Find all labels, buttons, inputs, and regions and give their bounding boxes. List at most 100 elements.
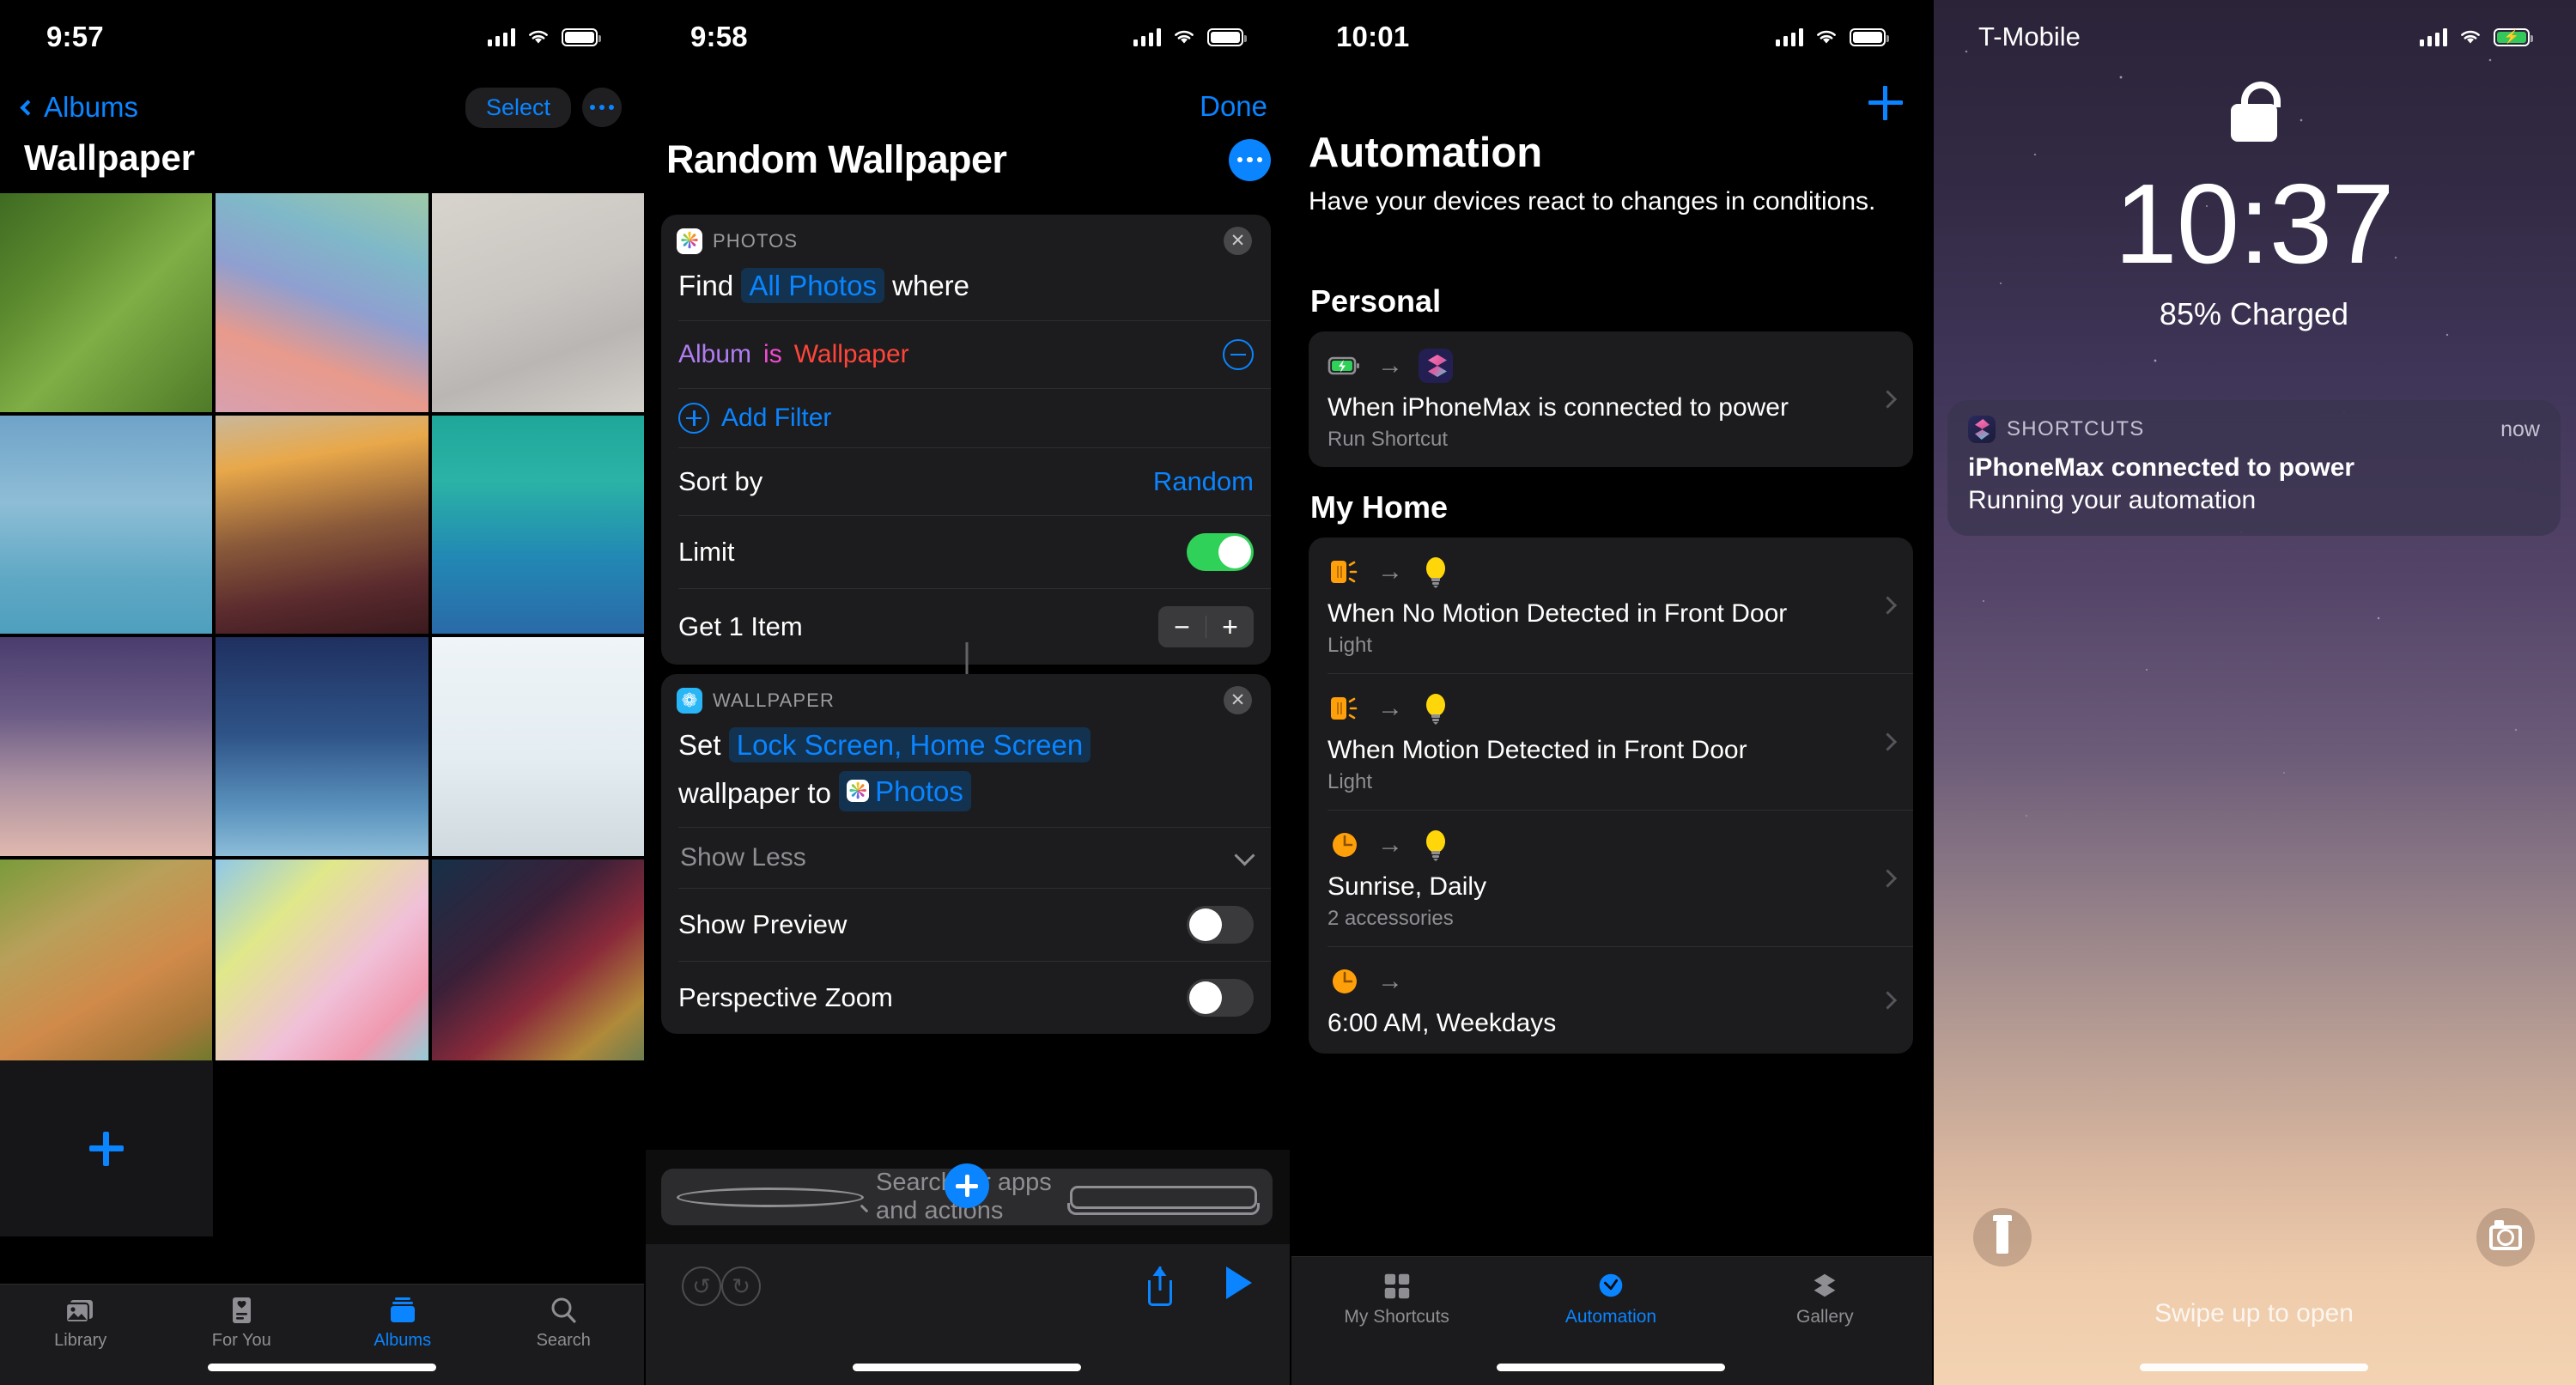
shortcuts-app-icon — [1419, 349, 1453, 383]
play-icon[interactable] — [1226, 1267, 1252, 1299]
sort-by-value[interactable]: Random — [1153, 466, 1254, 497]
photo-grid — [0, 193, 644, 1078]
arrow-right-icon: → — [1377, 351, 1403, 380]
microphone-icon[interactable] — [1067, 1185, 1260, 1215]
minus-circle-icon[interactable] — [1223, 338, 1254, 370]
tab-label: Albums — [374, 1331, 432, 1350]
status-bar: 9:57 — [0, 0, 644, 74]
perspective-zoom-label: Perspective Zoom — [678, 982, 893, 1013]
automation-icons: → — [1327, 555, 1893, 589]
photo-thumbnail[interactable] — [216, 860, 428, 1078]
camera-icon — [2489, 1219, 2522, 1250]
perspective-zoom-toggle[interactable] — [1187, 979, 1254, 1017]
ellipsis-icon[interactable] — [582, 88, 622, 127]
filter-value: Wallpaper — [793, 339, 909, 368]
ellipsis-icon[interactable] — [1229, 138, 1271, 181]
screens-token[interactable]: Lock Screen, Home Screen — [728, 727, 1091, 762]
photos-variable-token[interactable]: Photos — [839, 770, 971, 812]
automation-icons: → — [1327, 349, 1893, 383]
tab-albums[interactable]: Albums — [322, 1296, 483, 1351]
plus-circle-icon — [678, 402, 709, 434]
tab-gallery[interactable]: Gallery — [1718, 1271, 1932, 1327]
automation-list-item[interactable]: → When iPhoneMax is connected to power Run… — [1309, 331, 1913, 467]
tab-for-you[interactable]: For You — [161, 1296, 323, 1351]
automation-icons: → — [1327, 828, 1893, 862]
stepper-plus-button[interactable]: + — [1206, 613, 1254, 641]
automation-list-item[interactable]: → When Motion Detected in Front Door Light — [1309, 674, 1913, 810]
undo-icon[interactable]: ↺ — [682, 1267, 721, 1306]
photo-thumbnail[interactable] — [431, 415, 644, 635]
status-bar: 10:01 — [1290, 0, 1932, 74]
battery-icon — [562, 27, 601, 46]
arrow-right-icon: → — [1377, 830, 1403, 859]
filter-row[interactable]: Album is Wallpaper — [661, 321, 1271, 388]
show-preview-row: Show Preview — [661, 889, 1271, 961]
limit-toggle[interactable] — [1187, 532, 1254, 571]
find-suffix: where — [892, 270, 970, 301]
notification-time: now — [2500, 416, 2540, 441]
limit-label: Limit — [678, 536, 735, 567]
show-preview-toggle[interactable] — [1187, 906, 1254, 945]
automation-title: When No Motion Detected in Front Door — [1327, 599, 1788, 628]
arrow-right-icon: → — [1377, 694, 1403, 722]
card-header: PHOTOS ✕ — [661, 215, 1271, 262]
stepper-minus-button[interactable]: − — [1158, 613, 1206, 641]
photo-thumbnail[interactable] — [431, 193, 644, 412]
chevron-left-icon — [20, 99, 36, 116]
add-filter-button[interactable]: Add Filter — [661, 389, 1271, 447]
photos-token-label: Photos — [875, 775, 963, 807]
tab-label: My Shortcuts — [1344, 1307, 1449, 1327]
add-automation-button[interactable] — [1868, 86, 1903, 120]
automation-list-item[interactable]: → Sunrise, Daily 2 accessories — [1309, 811, 1913, 946]
photo-thumbnail[interactable] — [431, 860, 644, 1078]
home-indicator[interactable] — [2140, 1364, 2368, 1371]
share-icon[interactable] — [1145, 1267, 1175, 1306]
photo-thumbnail[interactable] — [0, 637, 213, 857]
photo-thumbnail[interactable] — [216, 637, 428, 857]
photo-thumbnail[interactable] — [431, 637, 644, 857]
status-icons — [487, 27, 601, 46]
add-action-button[interactable] — [945, 1163, 989, 1208]
tab-library[interactable]: Library — [0, 1296, 161, 1351]
camera-button[interactable] — [2476, 1208, 2535, 1267]
quantity-stepper[interactable]: − + — [1158, 605, 1254, 647]
automation-list-item[interactable]: → 6:00 AM, Weekdays — [1309, 947, 1913, 1054]
status-time: 10:01 — [1336, 21, 1410, 52]
sort-by-row[interactable]: Sort by Random — [661, 448, 1271, 515]
select-button[interactable]: Select — [465, 87, 571, 128]
tab-my-shortcuts[interactable]: My Shortcuts — [1290, 1271, 1504, 1327]
close-icon[interactable]: ✕ — [1224, 227, 1252, 255]
back-button[interactable]: Albums — [20, 91, 138, 124]
get-items-label: Get 1 Item — [678, 610, 803, 641]
automation-list-item[interactable]: → When No Motion Detected in Front Door Li… — [1309, 538, 1913, 673]
close-icon[interactable]: ✕ — [1224, 686, 1252, 714]
photo-thumbnail[interactable] — [0, 193, 213, 412]
status-bar: 9:58 — [644, 0, 1290, 74]
wifi-icon — [2461, 30, 2480, 44]
automation-subtitle: Light — [1327, 634, 1373, 657]
filter-key: Album — [678, 339, 752, 368]
flashlight-button[interactable] — [1973, 1208, 2032, 1267]
find-photos-action-card[interactable]: PHOTOS ✕ Find All Photos where Album is … — [661, 215, 1271, 665]
photo-thumbnail[interactable] — [0, 860, 213, 1078]
redo-icon[interactable]: ↻ — [721, 1267, 761, 1306]
photo-thumbnail[interactable] — [216, 415, 428, 635]
photo-thumbnail[interactable] — [216, 193, 428, 412]
set-wallpaper-action-card[interactable]: WALLPAPER ✕ Set Lock Screen, Home Screen… — [661, 674, 1271, 1035]
photo-thumbnail[interactable] — [0, 415, 213, 635]
done-button[interactable]: Done — [1200, 90, 1267, 123]
lightbulb-icon — [1419, 691, 1453, 726]
carrier-label: T-Mobile — [1978, 21, 2081, 52]
panel-divider — [1932, 0, 1934, 1385]
show-less-button[interactable]: Show Less — [661, 828, 1271, 888]
photos-library-icon — [64, 1296, 97, 1325]
notification-header: SHORTCUTS now — [1968, 416, 2540, 443]
notification-banner[interactable]: SHORTCUTS now iPhoneMax connected to pow… — [1947, 400, 2561, 536]
tab-search[interactable]: Search — [483, 1296, 645, 1351]
add-photo-button[interactable] — [0, 1060, 213, 1236]
find-statement: Find All Photos where — [661, 262, 1271, 320]
notification-app-label: SHORTCUTS — [2007, 417, 2145, 440]
tab-automation[interactable]: Automation — [1504, 1271, 1717, 1327]
all-photos-token[interactable]: All Photos — [741, 268, 884, 303]
photos-app-icon — [847, 780, 870, 803]
